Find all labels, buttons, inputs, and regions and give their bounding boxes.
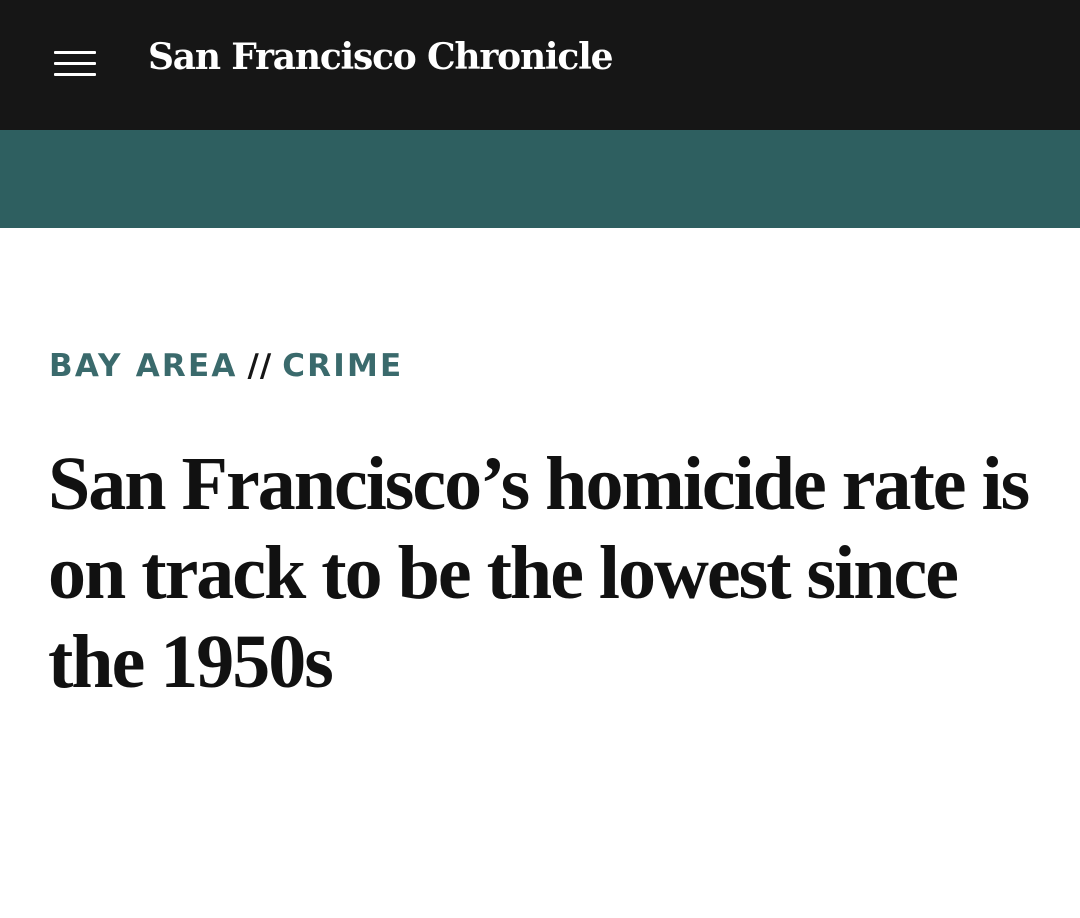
- menu-bar: [54, 51, 96, 54]
- ad-banner: [0, 130, 1080, 228]
- section-kicker: BAY AREA//CRIME: [49, 348, 403, 384]
- hamburger-menu-icon[interactable]: [54, 51, 96, 77]
- menu-bar: [54, 73, 96, 76]
- site-header: San Francisco Chronicle: [0, 0, 1080, 130]
- menu-bar: [54, 62, 96, 65]
- section-link-bay-area[interactable]: BAY AREA: [49, 348, 238, 384]
- kicker-separator: //: [247, 348, 273, 384]
- site-logo[interactable]: San Francisco Chronicle: [148, 36, 614, 78]
- article-headline: San Francisco’s homicide rate is on trac…: [48, 442, 1030, 704]
- section-link-crime[interactable]: CRIME: [282, 348, 403, 384]
